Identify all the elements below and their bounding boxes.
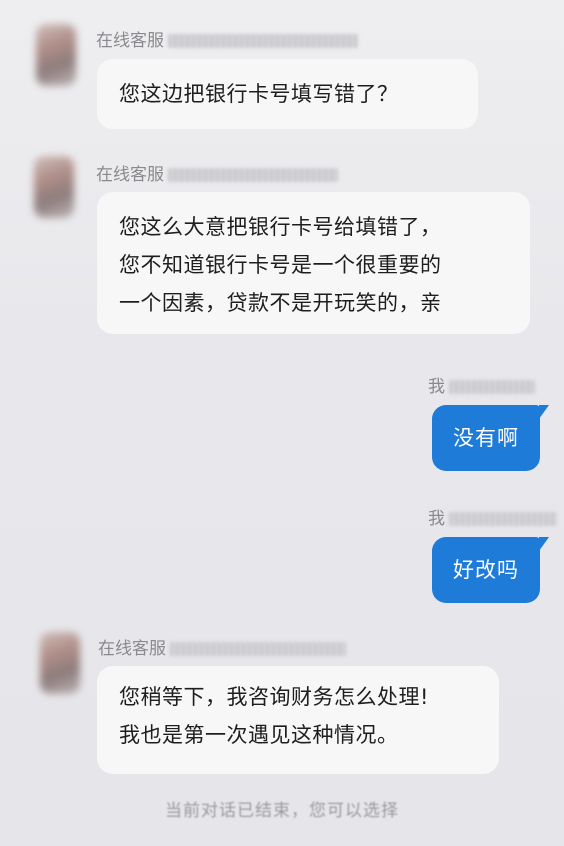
- redacted-name: [168, 168, 338, 182]
- message-text-line: 我也是第一次遇见这种情况。: [119, 723, 399, 747]
- sender-name: 在线客服: [96, 160, 338, 185]
- message-text-line: 您稍等下，我咨询财务怎么处理!: [119, 685, 429, 709]
- conversation-ended-note: 当前对话已结束，您可以选择: [165, 801, 399, 821]
- sender-name: 在线客服: [96, 26, 358, 51]
- agent-avatar: [36, 24, 76, 86]
- message-bubble[interactable]: 您这么大意把银行卡号给填错了， 您不知道银行卡号是一个很重要的 一个因素，贷款不…: [97, 192, 530, 334]
- redacted-name: [449, 380, 535, 394]
- sender-label: 在线客服: [98, 639, 166, 659]
- message-text: 好改吗: [453, 558, 519, 582]
- redacted-name: [449, 512, 557, 526]
- sender-label: 我: [428, 377, 445, 397]
- sender-label: 在线客服: [96, 165, 164, 185]
- message-text-line: 您不知道银行卡号是一个很重要的: [119, 253, 442, 277]
- agent-avatar: [40, 632, 80, 694]
- sender-label: 我: [428, 509, 445, 529]
- sender-name: 我: [428, 372, 535, 397]
- message-text-line: 您这么大意把银行卡号给填错了，: [119, 215, 442, 239]
- message-bubble[interactable]: 没有啊: [432, 405, 549, 471]
- sender-label: 在线客服: [96, 31, 164, 51]
- message-text: 没有啊: [453, 426, 519, 450]
- message-text: 您这边把银行卡号填写错了？: [119, 82, 399, 106]
- message-bubble[interactable]: 您稍等下，我咨询财务怎么处理! 我也是第一次遇见这种情况。: [97, 666, 499, 774]
- sender-name: 在线客服: [98, 634, 346, 659]
- message-bubble[interactable]: 好改吗: [432, 537, 549, 603]
- redacted-name: [168, 34, 358, 48]
- message-bubble[interactable]: 您这边把银行卡号填写错了？: [97, 59, 478, 129]
- agent-avatar: [34, 156, 74, 218]
- message-text-line: 一个因素，贷款不是开玩笑的，亲: [119, 291, 442, 315]
- sender-name: 我: [428, 504, 557, 529]
- redacted-name: [170, 642, 346, 656]
